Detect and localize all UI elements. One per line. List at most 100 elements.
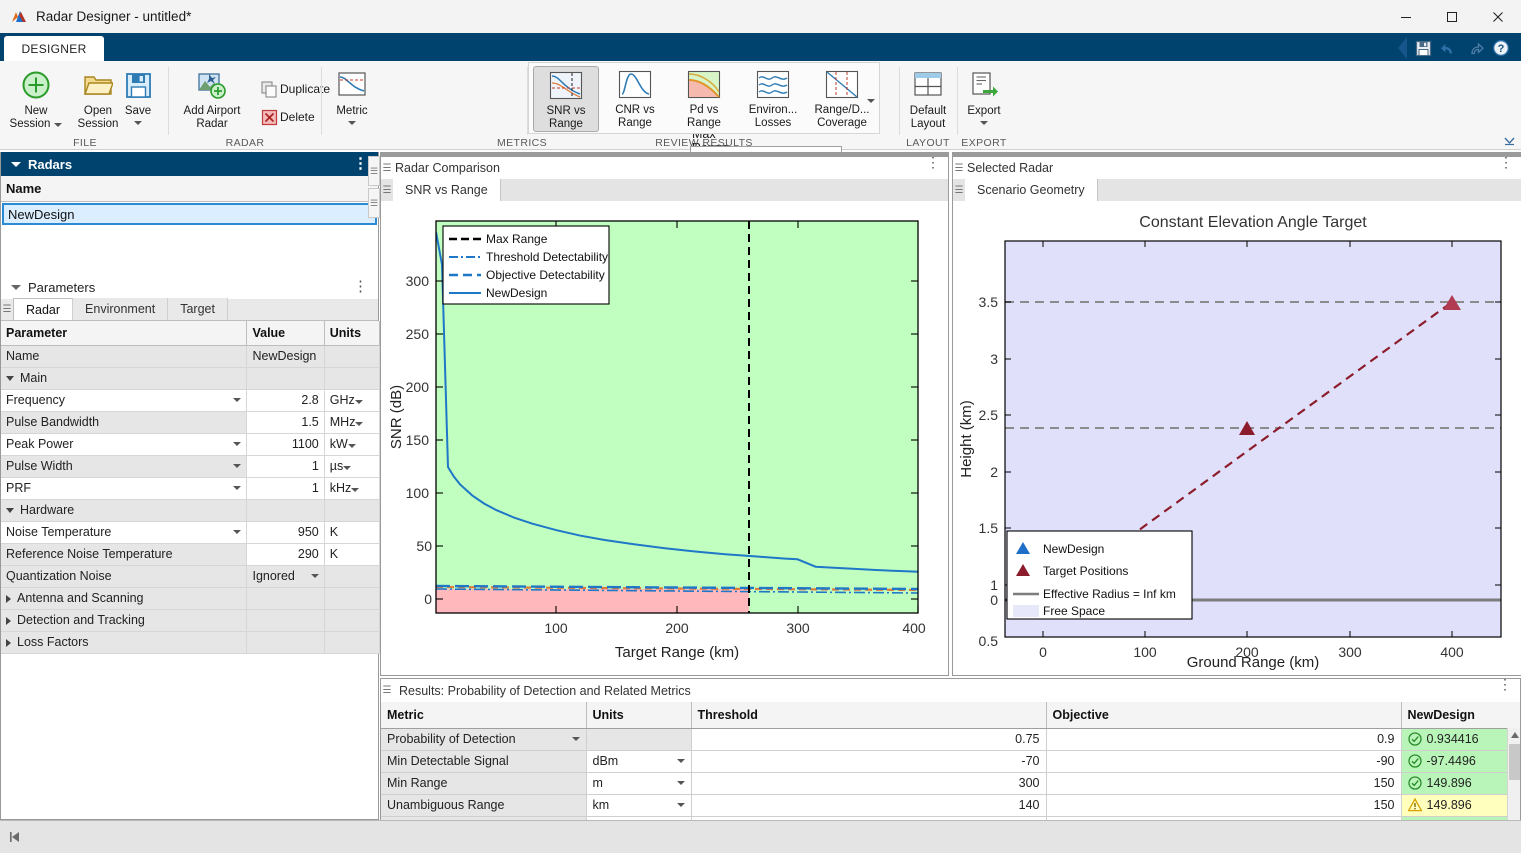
right-dock-options-icon[interactable]: ⋮ <box>1499 155 1513 169</box>
save-button[interactable]: Save <box>115 65 161 137</box>
parameter-value-cell[interactable]: 1100 <box>246 433 325 456</box>
radars-list-item-newdesign[interactable]: NewDesign <box>2 203 377 225</box>
results-units-cell[interactable]: dBm <box>586 750 692 773</box>
results-objective-cell[interactable]: 0.9 <box>1046 728 1402 751</box>
parameter-row[interactable]: Peak Power 1100 kW <box>1 433 381 456</box>
parameter-value-cell[interactable]: NewDesign <box>246 345 325 368</box>
parameter-name-chevron-down-icon[interactable] <box>233 464 242 468</box>
parameter-row[interactable]: Loss Factors <box>1 631 381 654</box>
minimize-button[interactable] <box>1383 0 1429 33</box>
gallery-item-snr-vs-range[interactable]: SNR vs Range <box>533 66 599 132</box>
results-units-cell[interactable] <box>586 728 692 751</box>
results-threshold-cell[interactable]: 300 <box>691 772 1047 795</box>
parameter-units-cell[interactable]: GHz <box>324 389 381 412</box>
add-airport-radar-button[interactable]: Add Airport Radar <box>171 65 253 137</box>
results-threshold-cell[interactable]: 0.75 <box>691 728 1047 751</box>
gallery-item-cnr-vs-range[interactable]: CNR vs Range <box>602 66 668 132</box>
new-session-chevron-down-icon[interactable] <box>54 122 63 127</box>
results-table-row[interactable]: Min Range m 300 150 149.896 <box>381 772 1520 795</box>
collapse-triangle-icon[interactable] <box>6 638 11 647</box>
parameter-row[interactable]: Detection and Tracking <box>1 609 381 632</box>
parameter-value-cell[interactable] <box>246 609 325 632</box>
parameter-row[interactable]: Noise Temperature 950 K <box>1 521 381 544</box>
parameter-row[interactable]: Reference Noise Temperature 290 K <box>1 543 381 566</box>
parameter-units-cell[interactable] <box>324 367 381 390</box>
tab-radar[interactable]: Radar <box>13 298 74 320</box>
default-layout-button[interactable]: Default Layout <box>900 65 956 137</box>
results-metric-cell[interactable]: Probability of Detection <box>381 728 587 751</box>
qat-save-button[interactable] <box>1411 37 1435 59</box>
results-threshold-cell[interactable]: -70 <box>691 750 1047 773</box>
parameter-row[interactable]: Frequency 2.8 GHz <box>1 389 381 412</box>
subtab-snr-vs-range[interactable]: SNR vs Range <box>393 179 501 201</box>
results-units-chevron-down-icon[interactable] <box>676 759 685 763</box>
radars-panel-drag-grip-icon[interactable]: ☰ <box>368 156 380 186</box>
parameter-row[interactable]: Antenna and Scanning <box>1 587 381 610</box>
parameter-value-cell[interactable]: 1 <box>246 455 325 478</box>
subtab-scenario-geometry[interactable]: Scenario Geometry <box>965 179 1098 201</box>
center-dock-subtab-grip-icon[interactable]: ☰ <box>381 179 393 201</box>
parameters-collapse-icon[interactable] <box>11 284 21 290</box>
expand-triangle-icon[interactable] <box>6 508 14 514</box>
results-threshold-cell[interactable]: 140 <box>691 794 1047 817</box>
save-chevron-down-icon[interactable] <box>134 121 142 125</box>
results-dock-grip-icon[interactable]: ☰ <box>381 680 393 702</box>
parameter-units-cell[interactable]: K <box>324 543 381 566</box>
close-button[interactable] <box>1475 0 1521 33</box>
metric-chevron-down-icon[interactable] <box>348 121 356 125</box>
parameter-units-cell[interactable]: kHz <box>324 477 381 500</box>
parameter-value-cell[interactable]: 2.8 <box>246 389 325 412</box>
new-session-button[interactable]: New Session <box>5 65 67 137</box>
parameters-tab-grip-icon[interactable]: ☰ <box>1 298 13 320</box>
parameter-row[interactable]: PRF 1 kHz <box>1 477 381 500</box>
parameter-value-cell[interactable] <box>246 499 325 522</box>
radars-collapse-icon[interactable] <box>11 161 21 167</box>
parameter-units-cell[interactable]: kW <box>324 433 381 456</box>
parameter-name-chevron-down-icon[interactable] <box>233 398 242 402</box>
parameter-units-cell[interactable] <box>324 609 381 632</box>
results-table-row[interactable]: Unambiguous Range km 140 150 149.896 <box>381 794 1520 817</box>
gallery-more-button[interactable] <box>867 91 875 106</box>
center-dock-grip-icon[interactable]: ☰ <box>381 157 393 179</box>
metric-button[interactable]: Metric <box>326 65 378 137</box>
tab-designer[interactable]: DESIGNER <box>4 36 104 61</box>
parameter-units-cell[interactable] <box>324 631 381 654</box>
parameter-value-cell[interactable] <box>246 367 325 390</box>
results-metric-cell[interactable]: Unambiguous Range <box>381 794 587 817</box>
parameter-value-cell[interactable] <box>246 587 325 610</box>
results-table-row[interactable]: Probability of Detection 0.75 0.9 0.934416 <box>381 728 1520 751</box>
results-objective-cell[interactable]: 150 <box>1046 772 1402 795</box>
results-metric-cell[interactable]: Min Detectable Signal <box>381 750 587 773</box>
results-units-chevron-down-icon[interactable] <box>676 781 685 785</box>
parameters-panel-options-icon[interactable]: ⋮ <box>353 279 372 294</box>
parameter-row[interactable]: Pulse Bandwidth 1.5 MHz <box>1 411 381 434</box>
parameter-units-cell[interactable] <box>324 565 381 588</box>
parameter-row[interactable]: Name NewDesign <box>1 345 381 368</box>
parameter-units-cell[interactable] <box>324 587 381 610</box>
ribbon-collapse-button[interactable] <box>1501 133 1517 147</box>
right-dock-subtab-grip-icon[interactable]: ☰ <box>953 179 965 201</box>
parameter-name-chevron-down-icon[interactable] <box>233 486 242 490</box>
right-dock-tab-label[interactable]: Selected Radar <box>965 161 1053 175</box>
results-objective-cell[interactable]: 150 <box>1046 794 1402 817</box>
center-dock-options-icon[interactable]: ⋮ <box>926 155 940 169</box>
results-units-chevron-down-icon[interactable] <box>676 803 685 807</box>
collapse-left-panel-button[interactable] <box>8 830 22 847</box>
parameter-value-chevron-down-icon[interactable] <box>310 574 319 578</box>
maximize-button[interactable] <box>1429 0 1475 33</box>
parameters-panel-drag-grip-icon[interactable]: ☰ <box>368 188 380 218</box>
parameter-row[interactable]: Main <box>1 367 381 390</box>
results-objective-cell[interactable]: -90 <box>1046 750 1402 773</box>
results-metric-cell[interactable]: Min Range <box>381 772 587 795</box>
qat-undo-button[interactable] <box>1437 37 1461 59</box>
collapse-triangle-icon[interactable] <box>6 616 11 625</box>
collapse-triangle-icon[interactable] <box>6 594 11 603</box>
results-table-row[interactable]: Min Detectable Signal dBm -70 -90 -97.4496 <box>381 750 1520 773</box>
parameter-name-chevron-down-icon[interactable] <box>233 530 242 534</box>
parameter-units-chevron-down-icon[interactable] <box>347 444 356 448</box>
parameter-units-cell[interactable] <box>324 345 381 368</box>
parameter-value-cell[interactable]: 290 <box>246 543 325 566</box>
gallery-item-environment-losses[interactable]: Environ... Losses <box>740 66 806 132</box>
parameter-units-cell[interactable]: MHz <box>324 411 381 434</box>
parameter-row[interactable]: Pulse Width 1 µs <box>1 455 381 478</box>
